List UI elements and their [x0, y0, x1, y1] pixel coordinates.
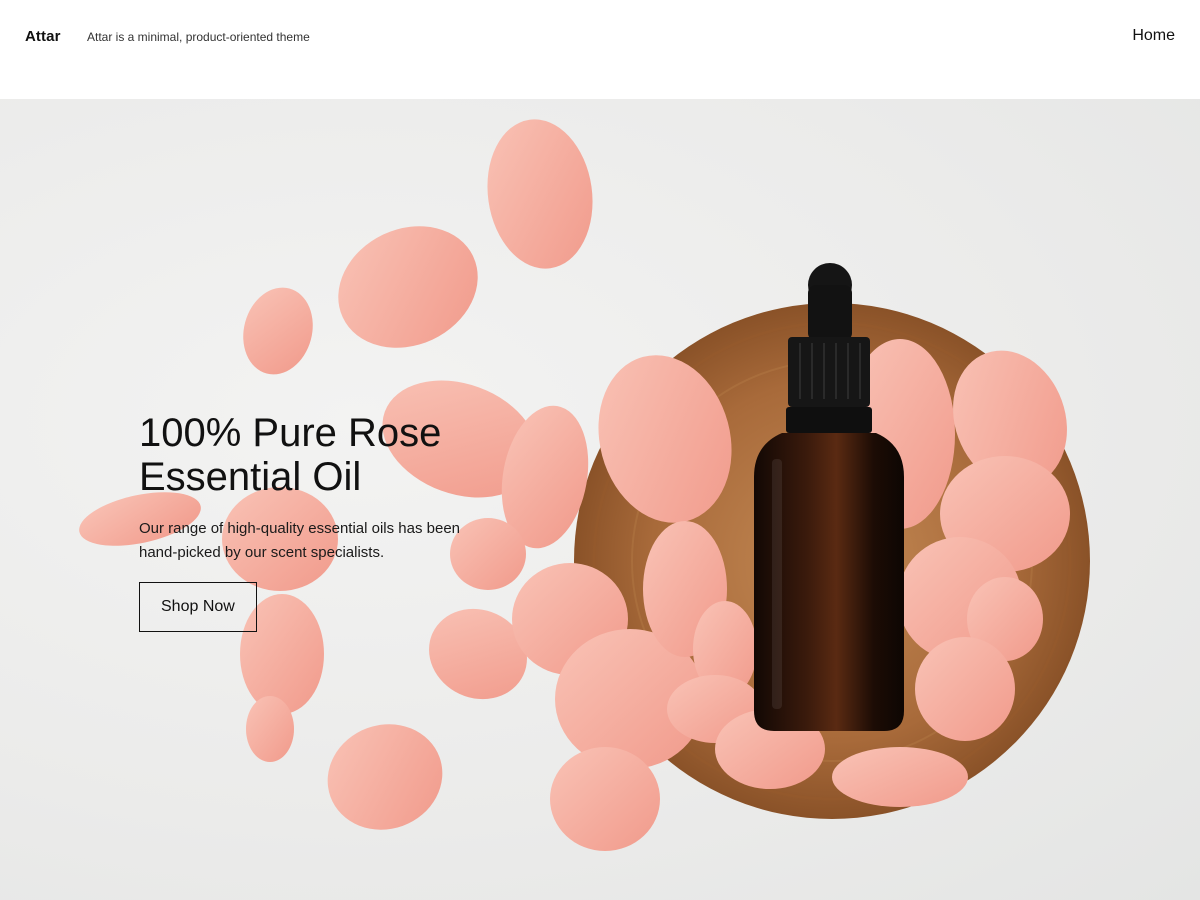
shop-now-button[interactable]: Shop Now — [139, 582, 257, 632]
petal — [327, 724, 443, 830]
petal — [338, 226, 478, 348]
hero-content: 100% Pure Rose Essential Oil Our range o… — [139, 411, 519, 632]
hero-heading-line1: 100% Pure Rose — [139, 411, 442, 455]
petal — [915, 637, 1015, 741]
hero-section: 100% Pure Rose Essential Oil Our range o… — [0, 99, 1200, 900]
petal — [487, 119, 593, 269]
site-title-link[interactable]: Attar — [25, 28, 61, 45]
hero-description-line2: hand-picked by our scent specialists. — [139, 544, 385, 561]
nav-home-link[interactable]: Home — [1132, 27, 1175, 45]
site-tagline: Attar is a minimal, product-oriented the… — [87, 30, 310, 44]
hero-description-line1: Our range of high-quality essential oils… — [139, 520, 461, 537]
site-header: Attar Attar is a minimal, product-orient… — [0, 0, 1200, 99]
petal — [550, 747, 660, 851]
petal — [246, 696, 294, 762]
hero-heading-line2: Essential Oil — [139, 455, 362, 499]
hero-heading: 100% Pure Rose Essential Oil — [139, 411, 519, 499]
hero-description: Our range of high-quality essential oils… — [139, 517, 499, 565]
petal — [832, 747, 968, 807]
petal — [243, 287, 313, 375]
